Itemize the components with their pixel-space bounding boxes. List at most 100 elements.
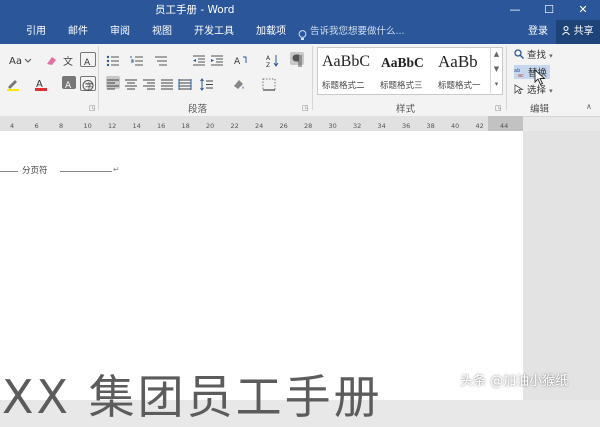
document-heading: XX 集团员工手册 [2,370,383,424]
svg-text:A: A [266,55,271,62]
login-link[interactable]: 登录 [528,20,548,44]
ruler-tick-label: 22 [230,122,239,130]
person-icon [562,21,571,36]
char-shading-icon[interactable]: A [62,76,76,91]
font-size-button[interactable]: Aa [8,52,32,67]
share-label: 共享 [573,26,594,37]
tab-addins[interactable]: 加载项 [256,20,286,44]
page-break-line [0,171,18,172]
window-title: 员工手册 - Word [155,4,235,16]
ruler-tick-label: 10 [83,122,92,130]
scroll-up-icon[interactable]: ▲ [491,47,502,62]
tell-me-search[interactable]: 告诉我您想要做什么... [310,20,405,44]
ruler-tick-label: 14 [132,122,141,130]
align-right-icon[interactable] [142,76,156,90]
style-sample-2[interactable]: AaBbC [381,55,424,71]
paragraph-group-label: 段落 [188,104,208,115]
group-separator [98,46,99,110]
svg-text:ac: ac [518,73,524,77]
ruler-tick-label: 6 [34,122,39,130]
style-name-1: 标题格式二 [322,81,365,91]
svg-text:Aa: Aa [9,56,22,67]
justify-icon[interactable] [160,76,174,90]
editing-group-label: 编辑 [530,104,550,115]
styles-gallery[interactable]: AaBbC AaBbC AaBb 标题格式二 标题格式三 标题格式一 [317,47,503,95]
title-bar: 员工手册 - Word — ☐ ✕ [0,0,600,20]
ruler-tick-label: 12 [108,122,117,130]
distributed-icon[interactable] [178,76,192,90]
paragraph-dialog-launcher-icon[interactable]: ◳ [302,104,309,112]
style-sample-1[interactable]: AaBbC [322,53,370,71]
styles-group-label: 样式 [396,104,416,115]
more-styles-icon[interactable]: ▾ [491,77,502,91]
ruler-tick-label: 32 [353,122,362,130]
shading-icon[interactable] [232,76,246,89]
ruler-tick-label: 42 [475,122,484,130]
maximize-button[interactable]: ☐ [532,0,566,20]
tab-references[interactable]: 引用 [26,20,46,44]
find-button[interactable]: 查找 ▾ [514,47,553,61]
align-center-icon[interactable] [124,76,138,90]
tab-developer[interactable]: 开发工具 [194,20,234,44]
group-separator [506,46,507,110]
ruler-tick-label: 40 [451,122,460,130]
horizontal-ruler[interactable]: 4 6 8 10 12 14 16 18 20 22 24 26 28 30 32 34 36 38 40 42 44 [0,116,523,132]
line-spacing-icon[interactable] [200,76,214,91]
styles-scroll[interactable]: ▲ ▼ ▾ [490,47,502,93]
ruler-tick-label: 30 [328,122,337,130]
char-border-icon[interactable]: A [80,52,96,68]
page-break-line [60,171,112,172]
tab-review[interactable]: 审阅 [110,20,130,44]
ruler-tick-label: 44 [500,122,509,130]
ruler-tick-label: 20 [206,122,215,130]
decrease-indent-icon[interactable] [192,52,206,66]
eraser-icon[interactable] [44,52,58,65]
tab-mailings[interactable]: 邮件 [68,20,88,44]
cursor-icon [514,84,524,95]
tab-view[interactable]: 视图 [152,20,172,44]
share-button[interactable]: 共享 [556,20,600,44]
page-break-label: 分页符 [20,164,50,176]
mouse-pointer-icon [534,68,546,86]
style-name-3: 标题格式一 [438,81,481,91]
document-page[interactable]: 分页符 ↵ [0,131,523,400]
enclose-char-icon[interactable]: 字 [80,76,96,91]
styles-dialog-launcher-icon[interactable]: ◳ [495,104,502,112]
ruler-tick-label: 38 [426,122,435,130]
svg-text:Z: Z [266,62,270,67]
show-marks-icon[interactable] [290,52,304,67]
font-color-icon[interactable]: A [34,76,48,91]
numbering-icon[interactable] [130,52,144,66]
style-name-2: 标题格式三 [380,81,423,91]
ribbon-tabs: 引用 邮件 审阅 视图 开发工具 加载项 告诉我您想要做什么... 登录 共享 [0,20,600,44]
bullets-icon[interactable] [106,52,120,67]
replace-icon: ab ac [514,67,525,79]
ruler-tick-label: 4 [10,122,15,130]
svg-text:A: A [65,81,72,91]
font-dialog-launcher-icon[interactable]: ◳ [89,104,96,112]
ruler-tick-label: 36 [402,122,411,130]
ruler-tick-label: 24 [255,122,264,130]
collapse-ribbon-icon[interactable]: ∧ [586,102,592,111]
phonetic-icon[interactable]: 文 [62,52,76,68]
svg-text:A: A [84,58,91,68]
style-sample-3[interactable]: AaBb [438,52,478,72]
minimize-button[interactable]: — [498,0,532,20]
ruler-tick-label: 34 [377,122,386,130]
document-area: 分页符 ↵ XX 集团员工手册 [0,131,600,424]
borders-icon[interactable] [262,76,276,91]
ribbon-home: Aa 文 A A A 字 A AZ 段落 ◳ ◳ AaBbC AaBbC AaB… [0,44,600,117]
scroll-down-icon[interactable]: ▼ [491,62,502,77]
chevron-down-icon: ▾ [549,87,553,95]
search-icon [514,49,524,59]
sort-icon[interactable]: AZ [266,52,280,69]
multilevel-list-icon[interactable] [154,52,168,66]
chinese-layout-icon[interactable]: A [234,52,248,67]
close-button[interactable]: ✕ [566,0,600,20]
watermark: 头条 @加油小猴纸 [460,374,569,389]
ruler-tick-label: 26 [279,122,288,130]
highlight-icon[interactable] [6,76,20,91]
increase-indent-icon[interactable] [210,52,224,66]
ruler-tick-label: 16 [157,122,166,130]
align-left-icon[interactable] [106,76,120,90]
